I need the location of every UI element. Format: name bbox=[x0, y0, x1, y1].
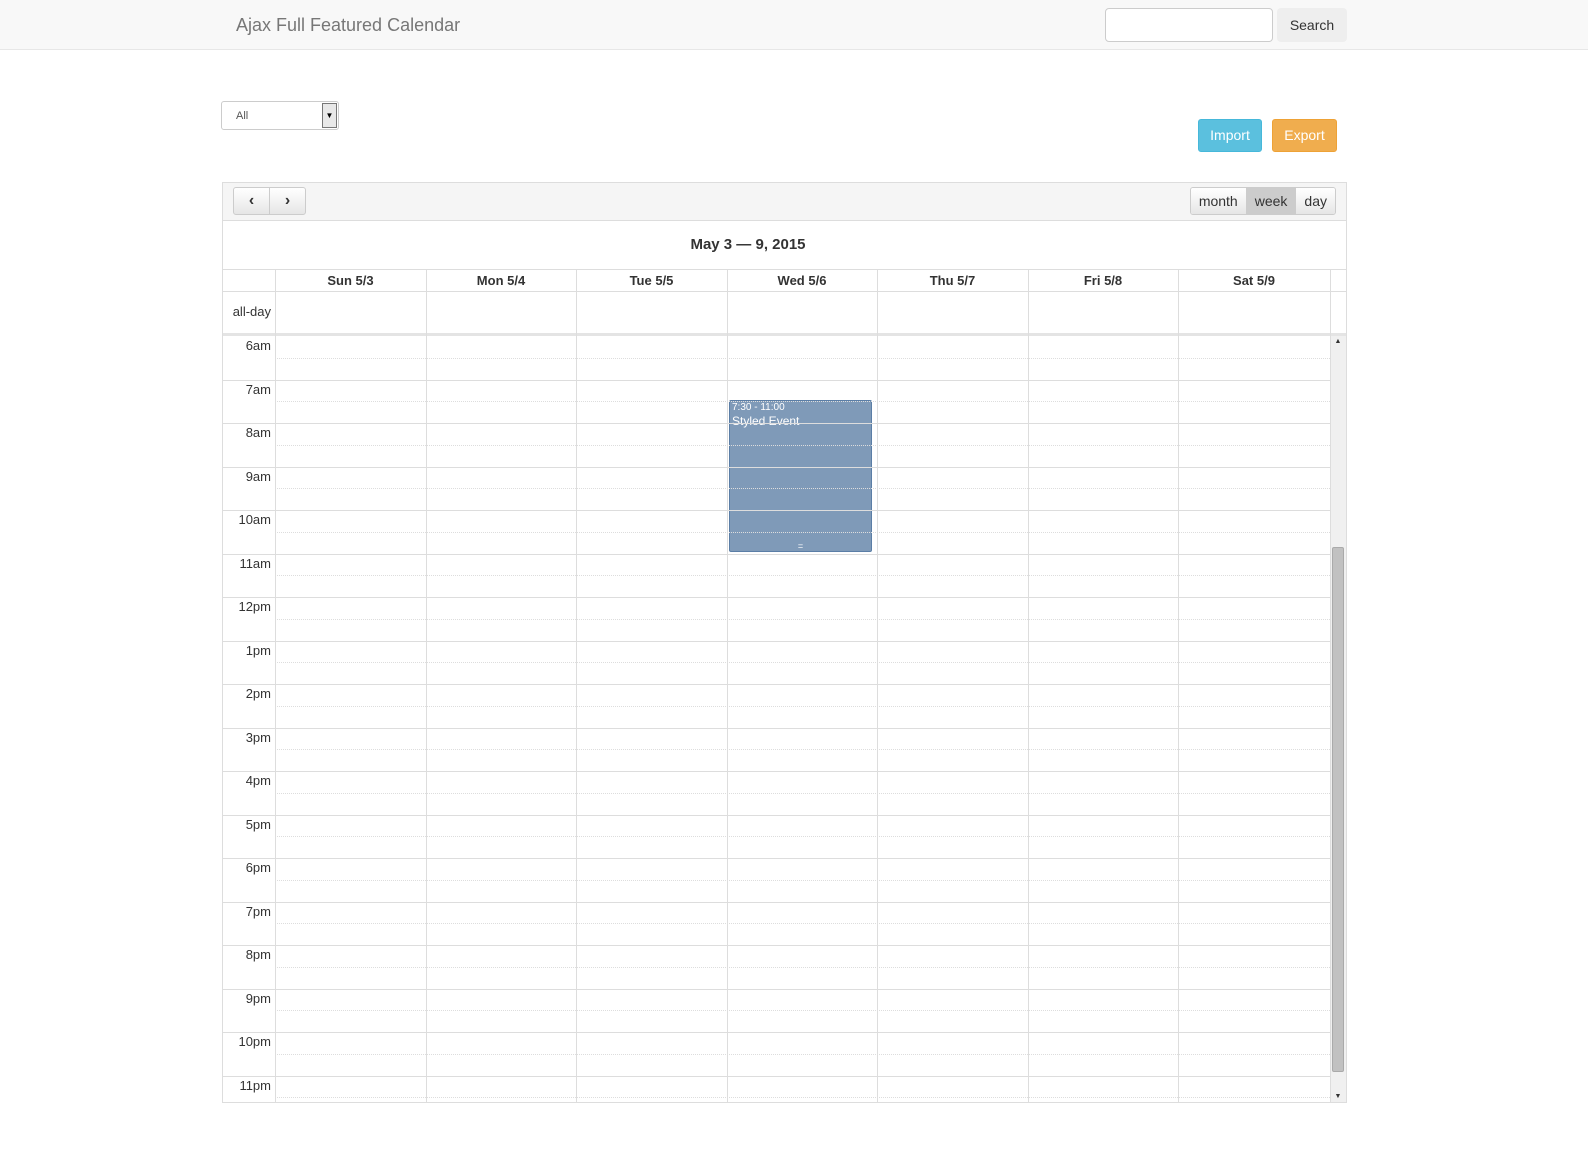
hour-line bbox=[223, 945, 1330, 946]
calendar-toolbar: ‹ › month week day bbox=[223, 183, 1346, 221]
grid-line bbox=[275, 270, 276, 1102]
grid-line bbox=[576, 270, 577, 1102]
time-label: 8pm bbox=[245, 947, 271, 962]
scroll-up-icon[interactable]: ▲ bbox=[1330, 338, 1346, 345]
resize-handle-icon[interactable]: = bbox=[730, 541, 871, 551]
hour-line bbox=[223, 988, 1330, 990]
hour-line bbox=[223, 771, 1330, 772]
time-label: 11am bbox=[239, 555, 271, 571]
half-hour-line bbox=[275, 575, 1330, 577]
time-label: 12pm bbox=[238, 599, 271, 614]
time-label: 5pm bbox=[245, 816, 271, 832]
day-header: Thu 5/7 bbox=[929, 273, 976, 288]
half-hour-line bbox=[275, 531, 1330, 533]
grid-line bbox=[1178, 270, 1179, 1102]
time-label: 3pm bbox=[245, 729, 271, 745]
half-hour-line bbox=[275, 618, 1330, 620]
import-button[interactable]: Import bbox=[1198, 119, 1262, 152]
hour-line bbox=[223, 858, 1330, 859]
hour-line bbox=[223, 510, 1330, 511]
half-hour-line bbox=[275, 836, 1330, 838]
scrollbar[interactable]: ▲ ▼ bbox=[1330, 336, 1346, 1102]
time-label: 6am bbox=[245, 338, 271, 353]
time-label: 2pm bbox=[245, 686, 271, 701]
grid-line bbox=[727, 270, 728, 1102]
search-input[interactable] bbox=[1105, 8, 1273, 42]
hour-line bbox=[223, 727, 1330, 729]
hour-line bbox=[223, 901, 1330, 903]
half-hour-line bbox=[275, 1097, 1330, 1099]
filter-selected-value: All bbox=[236, 110, 249, 122]
day-header: Mon 5/4 bbox=[476, 273, 526, 288]
chevron-right-icon: › bbox=[284, 192, 291, 209]
hour-line bbox=[223, 1032, 1330, 1033]
event-title: Styled Event bbox=[732, 414, 800, 428]
allday-label: all-day bbox=[232, 304, 271, 319]
day-header: Sat 5/9 bbox=[1233, 273, 1275, 288]
grid-line bbox=[426, 270, 427, 1102]
navbar: Ajax Full Featured Calendar Search bbox=[0, 0, 1588, 50]
half-hour-line bbox=[275, 966, 1330, 968]
view-switcher: month week day bbox=[1189, 187, 1336, 215]
half-hour-line bbox=[275, 705, 1330, 707]
day-header: Fri 5/8 bbox=[1083, 273, 1123, 288]
half-hour-line bbox=[275, 749, 1330, 751]
time-label: 10pm bbox=[238, 1034, 271, 1049]
hour-line bbox=[223, 379, 1330, 381]
time-label: 7am bbox=[245, 381, 271, 397]
chevron-left-icon: ‹ bbox=[248, 192, 255, 209]
half-hour-line bbox=[275, 357, 1330, 359]
chevron-down-icon[interactable]: ▼ bbox=[322, 103, 337, 128]
prev-button[interactable]: ‹ bbox=[233, 187, 270, 215]
time-label: 10am bbox=[238, 512, 271, 527]
hour-line bbox=[223, 423, 1330, 424]
time-label: 1pm bbox=[245, 642, 271, 658]
hour-line bbox=[223, 553, 1330, 555]
half-hour-line bbox=[275, 879, 1330, 881]
time-label: 6pm bbox=[245, 860, 271, 875]
half-hour-line bbox=[275, 792, 1330, 794]
export-button[interactable]: Export bbox=[1272, 119, 1337, 152]
time-label: 8am bbox=[245, 425, 271, 440]
scroll-down-icon[interactable]: ▼ bbox=[1330, 1093, 1346, 1100]
hour-line bbox=[223, 814, 1330, 816]
view-day-button[interactable]: day bbox=[1295, 188, 1335, 214]
scrollbar-thumb[interactable] bbox=[1332, 547, 1344, 1072]
calendar-filter-select[interactable]: All ▼ bbox=[221, 101, 339, 130]
day-header: Sun 5/3 bbox=[327, 273, 374, 288]
time-label: 7pm bbox=[245, 903, 271, 919]
calendar-title: May 3 — 9, 2015 bbox=[690, 236, 806, 253]
time-label: 11pm bbox=[239, 1077, 271, 1093]
time-label: 4pm bbox=[245, 773, 271, 788]
view-month-button[interactable]: month bbox=[1190, 188, 1246, 214]
half-hour-line bbox=[275, 1010, 1330, 1012]
half-hour-line bbox=[275, 488, 1330, 490]
half-hour-line bbox=[275, 1053, 1330, 1055]
day-header: Tue 5/5 bbox=[629, 273, 674, 288]
day-header: Wed 5/6 bbox=[777, 273, 827, 288]
hour-line bbox=[223, 640, 1330, 642]
half-hour-line bbox=[275, 444, 1330, 446]
time-label: 9pm bbox=[245, 990, 271, 1006]
event-time: 7:30 - 11:00 bbox=[732, 402, 785, 413]
half-hour-line bbox=[275, 401, 1330, 403]
grid-line bbox=[877, 270, 878, 1102]
grid-line bbox=[1028, 270, 1029, 1102]
half-hour-line bbox=[275, 662, 1330, 664]
grid-line bbox=[1330, 270, 1331, 1102]
half-hour-line bbox=[275, 923, 1330, 925]
hour-line bbox=[223, 684, 1330, 685]
hour-line bbox=[223, 1075, 1330, 1077]
next-button[interactable]: › bbox=[269, 187, 306, 215]
view-week-button[interactable]: week bbox=[1245, 188, 1296, 214]
hour-line bbox=[223, 466, 1330, 468]
time-label: 9am bbox=[245, 468, 271, 484]
calendar: ‹ › month week day May 3 — 9, 2015 all-d… bbox=[222, 182, 1347, 1103]
search-button[interactable]: Search bbox=[1277, 8, 1347, 42]
brand-title[interactable]: Ajax Full Featured Calendar bbox=[236, 15, 460, 36]
hour-line bbox=[223, 597, 1330, 598]
